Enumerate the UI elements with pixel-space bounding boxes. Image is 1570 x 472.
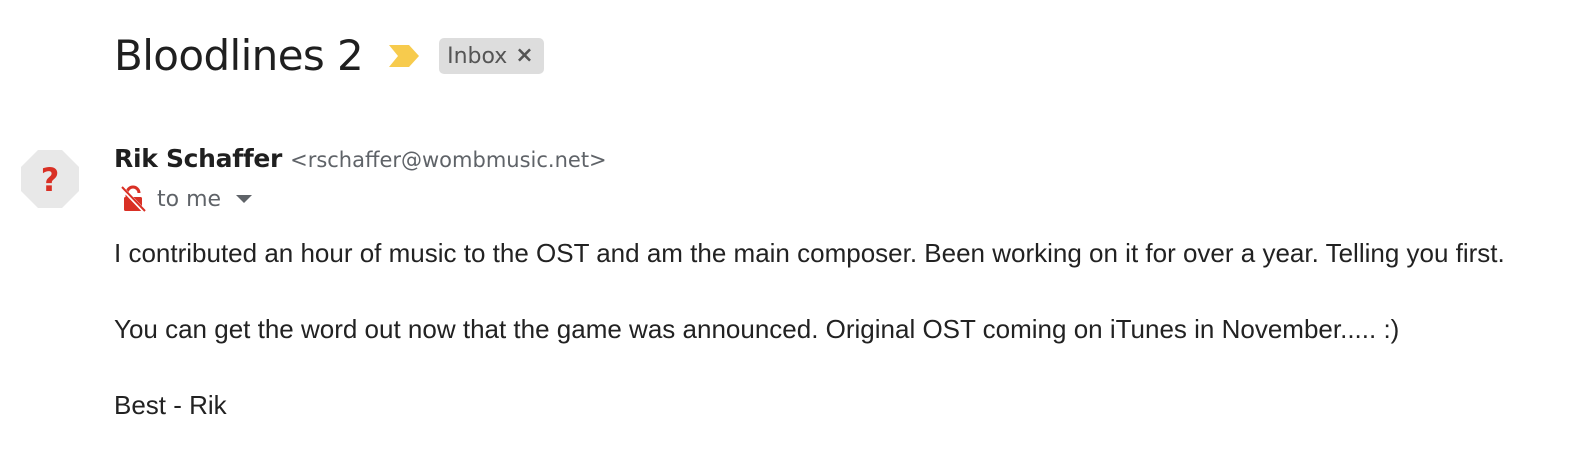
message-body-paragraph: I contributed an hour of music to the OS… — [114, 238, 1505, 268]
label-chip-text: Inbox — [447, 43, 508, 69]
message-signature: Best - Rik — [114, 390, 227, 420]
show-details-caret-icon[interactable] — [235, 192, 253, 206]
avatar-glyph: ? — [41, 161, 60, 199]
sender-name[interactable]: Rik Schaffer — [114, 144, 282, 173]
recipient-line: to me — [118, 182, 253, 216]
importance-marker-icon[interactable] — [387, 42, 421, 70]
not-encrypted-lock-icon[interactable] — [118, 184, 148, 214]
sender-email: <rschaffer@wombmusic.net> — [290, 148, 607, 172]
message-body-paragraph: You can get the word out now that the ga… — [114, 314, 1400, 344]
thread-header: Bloodlines 2 Inbox × — [114, 26, 544, 86]
sender-line: Rik Schaffer <rschaffer@wombmusic.net> — [114, 144, 607, 173]
unknown-sender-icon: ? — [21, 150, 79, 208]
recipient-label: to me — [157, 186, 222, 212]
email-subject: Bloodlines 2 — [114, 31, 364, 80]
remove-label-button[interactable]: × — [515, 45, 533, 67]
sender-avatar[interactable]: ? — [20, 149, 80, 209]
label-chip-inbox: Inbox × — [439, 38, 544, 74]
